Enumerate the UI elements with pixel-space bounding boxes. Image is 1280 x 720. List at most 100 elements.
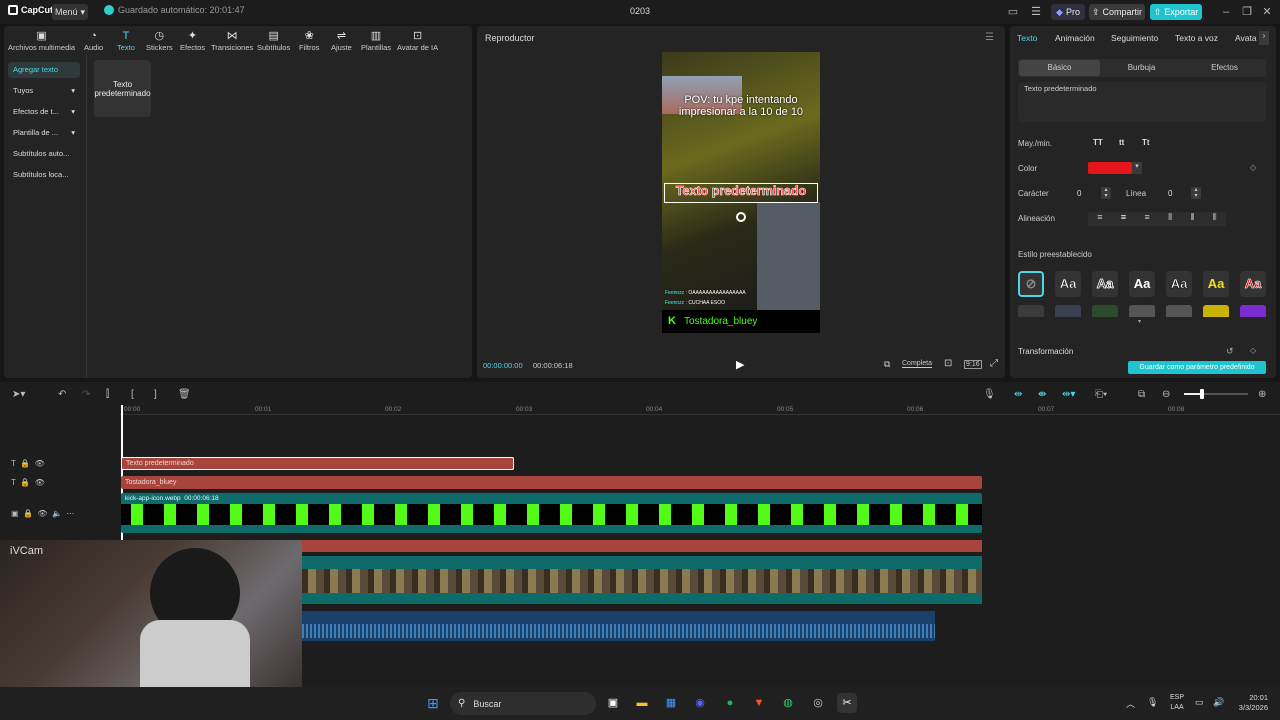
sidebar-item-yours[interactable]: Tuyos ▾ [8,83,80,99]
align-vbot-icon[interactable]: ⦀ [1213,212,1217,226]
menu-icon[interactable]: ☰ [985,32,994,43]
line-stepper-icon[interactable]: ▴ ▾ [1191,187,1201,199]
tab-avatar[interactable]: Avata [1235,33,1257,43]
fullscreen-icon[interactable]: ⤢ [990,358,998,369]
sidebar-item-auto-captions[interactable]: Subtítulos auto... [8,146,80,162]
quality-button[interactable]: Completa [902,360,932,368]
split-icon[interactable]: ⫿ [106,389,109,400]
sidebar-item-text-templates[interactable]: Plantilla de ... ▾ [8,125,80,141]
spotify-icon[interactable]: ● [720,693,740,713]
transform-icon[interactable]: ⎗▾ [1095,389,1107,400]
preset-style-6[interactable]: Aa [1240,271,1266,297]
subtab-basic[interactable]: Básico [1019,60,1100,76]
tool-audio[interactable]: ◔ Audio [84,26,103,53]
rotate-handle-icon[interactable] [736,212,746,222]
tab-animation[interactable]: Animación [1055,33,1095,43]
mic-icon[interactable]: 🎙 [1147,697,1158,708]
close-icon[interactable]: ✕ [1259,4,1275,20]
expand-presets-icon[interactable]: ▾ [1138,318,1141,325]
zoom-in-icon[interactable]: ⊕ [1258,389,1266,400]
preset-none-icon[interactable]: ⊘ [1018,271,1044,297]
subtab-bubble[interactable]: Burbuja [1101,60,1182,76]
sidebar-item-text-effects[interactable]: Efectos de t... ▾ [8,104,80,120]
align-right-icon[interactable]: ≡ [1144,212,1149,226]
windows-start-icon[interactable]: ⊞ [423,693,443,713]
preset-style-5[interactable]: Aa [1203,271,1229,297]
preset-style-8[interactable] [1055,305,1081,317]
default-text-overlay[interactable]: Texto predeterminado [662,184,820,199]
tab-tracking[interactable]: Seguimiento [1111,33,1158,43]
delete-icon[interactable]: 🗑 [178,389,191,400]
undo-icon[interactable]: ↶ [58,389,66,400]
tool-captions[interactable]: ▤ Subtítulos [257,26,290,53]
magnet-icon[interactable]: ⇼ [1038,389,1046,400]
default-text-template[interactable]: Texto predeterminado [94,60,151,117]
tool-media[interactable]: ▣ Archivos multimedia [8,26,75,53]
align-center-icon[interactable]: ≡ [1121,212,1126,226]
reset-icon[interactable]: ↺ [1226,346,1234,357]
preset-style-1[interactable]: Aa [1055,271,1081,297]
preset-style-10[interactable] [1129,305,1155,317]
tool-filters[interactable]: ❀ Filtros [299,26,319,53]
sidebar-item-local-captions[interactable]: Subtítulos loca... [8,167,80,183]
keyframe-icon[interactable]: ◇ [1250,163,1256,172]
link-icon[interactable]: ⇹ [1014,389,1022,400]
snap-icon[interactable]: ⇹▾ [1062,389,1075,400]
subtab-effects[interactable]: Efectos [1184,60,1265,76]
minimize-icon[interactable]: – [1218,4,1234,20]
case-title-button[interactable]: Tt [1142,138,1150,147]
preset-style-3[interactable]: Aa [1129,271,1155,297]
tool-adjust[interactable]: ⇌ Ajuste [331,26,352,53]
char-stepper-icon[interactable]: ▴ ▾ [1101,187,1111,199]
capcut-taskbar-icon[interactable]: ✂ [837,693,857,713]
preset-style-4[interactable]: Aa [1166,271,1192,297]
color-swatch[interactable] [1088,162,1132,174]
discord-icon[interactable]: ◉ [690,693,710,713]
select-tool-icon[interactable]: ➤▾ [12,389,25,400]
preset-style-7[interactable] [1018,305,1044,317]
line-spacing-input[interactable]: 0 [1168,189,1172,198]
store-icon[interactable]: ▦ [661,693,681,713]
tool-stickers[interactable]: ◷ Stickers [146,26,173,53]
text-clip-default[interactable]: Texto predeterminado [121,457,514,470]
preset-style-12[interactable] [1203,305,1229,317]
export-button[interactable]: ⇧ Exportar [1150,4,1202,20]
share-button[interactable]: ⇪ Compartir [1089,4,1145,20]
preset-style-13[interactable] [1240,305,1266,317]
tool-ai-avatar[interactable]: ⊡ Avatar de IA [397,26,438,53]
clock[interactable]: 20:01 3/3/2026 [1232,693,1268,713]
volume-icon[interactable]: 🔊 [1213,697,1224,708]
fit-icon[interactable]: ⊡ [944,358,952,369]
tab-text[interactable]: Texto [1017,33,1037,43]
brave-icon[interactable]: ▼ [749,693,769,713]
crop-icon[interactable]: ⧉ [884,359,890,370]
sidebar-item-add-text[interactable]: Agregar texto [8,62,80,78]
menu-button[interactable]: Menú ▾ [52,4,88,20]
keyframe-icon[interactable]: ◇ [1250,346,1256,355]
preset-style-9[interactable] [1092,305,1118,317]
zoom-out-icon[interactable]: ⊖ [1162,389,1170,400]
trim-left-icon[interactable]: [ [131,389,134,400]
taskbar-search[interactable]: ⚲ Buscar [450,692,596,715]
network-icon[interactable]: ▭ [1195,697,1204,708]
video-preview[interactable]: POV: tu kpe intentando impresionar a la … [662,52,820,333]
whatsapp-icon[interactable]: ◍ [778,693,798,713]
play-icon[interactable]: ▶ [736,358,744,371]
preset-style-11[interactable] [1166,305,1192,317]
case-lower-button[interactable]: tt [1119,138,1124,147]
chevron-down-icon[interactable]: ▾ [1132,162,1142,174]
task-view-icon[interactable]: ▣ [603,693,623,713]
ratio-button[interactable]: 9:16 [964,360,982,369]
preset-style-2[interactable]: Aa [1092,271,1118,297]
align-left-icon[interactable]: ≡ [1097,212,1102,226]
text-clip-extra[interactable] [302,540,982,552]
zoom-slider-handle[interactable] [1200,389,1204,399]
chevron-right-icon[interactable]: › [1259,31,1269,45]
case-upper-button[interactable]: TT [1093,138,1103,147]
chevron-up-icon[interactable]: ︿ [1126,697,1135,710]
trim-right-icon[interactable]: ] [154,389,157,400]
maximize-icon[interactable]: ❐ [1239,4,1255,20]
tool-text[interactable]: T Texto [117,26,135,53]
app-icon[interactable]: ◎ [808,693,828,713]
file-explorer-icon[interactable]: ▬ [632,693,652,713]
